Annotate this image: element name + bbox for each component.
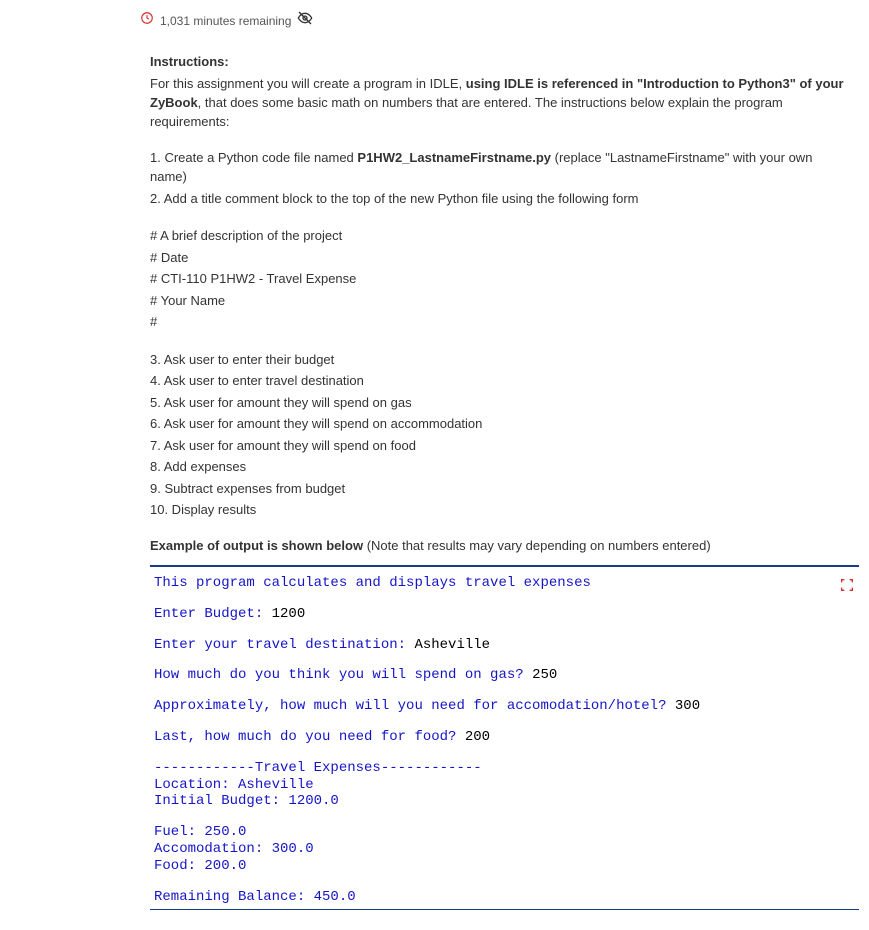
output-divider: ------------Travel Expenses------------ bbox=[154, 760, 482, 776]
step-10: 10. Display results bbox=[150, 500, 849, 520]
example-rest: (Note that results may vary depending on… bbox=[363, 538, 711, 553]
value-destination: Asheville bbox=[414, 637, 490, 653]
step-6: 6. Ask user for amount they will spend o… bbox=[150, 414, 849, 434]
instructions-intro: For this assignment you will create a pr… bbox=[150, 75, 849, 132]
output-fuel: Fuel: 250.0 bbox=[154, 824, 246, 840]
time-remaining-row: 1,031 minutes remaining bbox=[140, 10, 849, 32]
value-budget: 1200 bbox=[272, 606, 306, 622]
comment-line: # Date bbox=[150, 248, 849, 268]
comment-line: # A brief description of the project bbox=[150, 226, 849, 246]
eye-off-icon[interactable] bbox=[297, 10, 313, 32]
value-accommodation: 300 bbox=[675, 698, 700, 714]
example-output-label: Example of output is shown below (Note t… bbox=[150, 536, 849, 556]
step1-bold: P1HW2_LastnameFirstname.py bbox=[357, 150, 551, 165]
output-initial-budget: Initial Budget: 1200.0 bbox=[154, 793, 339, 809]
prompt-accommodation: Approximately, how much will you need fo… bbox=[154, 698, 675, 714]
clock-icon bbox=[140, 11, 154, 31]
prompt-gas: How much do you think you will spend on … bbox=[154, 667, 532, 683]
output-location: Location: Asheville bbox=[154, 777, 314, 793]
step-3: 3. Ask user to enter their budget bbox=[150, 350, 849, 370]
example-bold: Example of output is shown below bbox=[150, 538, 363, 553]
code-line-intro: This program calculates and displays tra… bbox=[154, 575, 591, 591]
step-7: 7. Ask user for amount they will spend o… bbox=[150, 436, 849, 456]
intro-post: , that does some basic math on numbers t… bbox=[150, 95, 783, 129]
step-4: 4. Ask user to enter travel destination bbox=[150, 371, 849, 391]
value-food: 200 bbox=[465, 729, 490, 745]
code-output-block: This program calculates and displays tra… bbox=[150, 565, 859, 910]
comment-line: # CTI-110 P1HW2 - Travel Expense bbox=[150, 269, 849, 289]
step-5: 5. Ask user for amount they will spend o… bbox=[150, 393, 849, 413]
comment-line: # Your Name bbox=[150, 291, 849, 311]
value-gas: 250 bbox=[532, 667, 557, 683]
step-9: 9. Subtract expenses from budget bbox=[150, 479, 849, 499]
expand-icon[interactable] bbox=[839, 577, 855, 599]
prompt-destination: Enter your travel destination: bbox=[154, 637, 414, 653]
output-accommodation: Accomodation: 300.0 bbox=[154, 841, 314, 857]
comment-line: # bbox=[150, 312, 849, 332]
minutes-remaining-text: 1,031 minutes remaining bbox=[160, 12, 291, 30]
step-2: 2. Add a title comment block to the top … bbox=[150, 189, 849, 209]
step1-pre: 1. Create a Python code file named bbox=[150, 150, 357, 165]
step-8: 8. Add expenses bbox=[150, 457, 849, 477]
prompt-budget: Enter Budget: bbox=[154, 606, 272, 622]
output-remaining-balance: Remaining Balance: 450.0 bbox=[154, 889, 356, 905]
prompt-food: Last, how much do you need for food? bbox=[154, 729, 465, 745]
output-food: Food: 200.0 bbox=[154, 858, 246, 874]
intro-pre: For this assignment you will create a pr… bbox=[150, 76, 466, 91]
step-1: 1. Create a Python code file named P1HW2… bbox=[150, 148, 849, 187]
instructions-heading: Instructions: bbox=[150, 52, 849, 72]
